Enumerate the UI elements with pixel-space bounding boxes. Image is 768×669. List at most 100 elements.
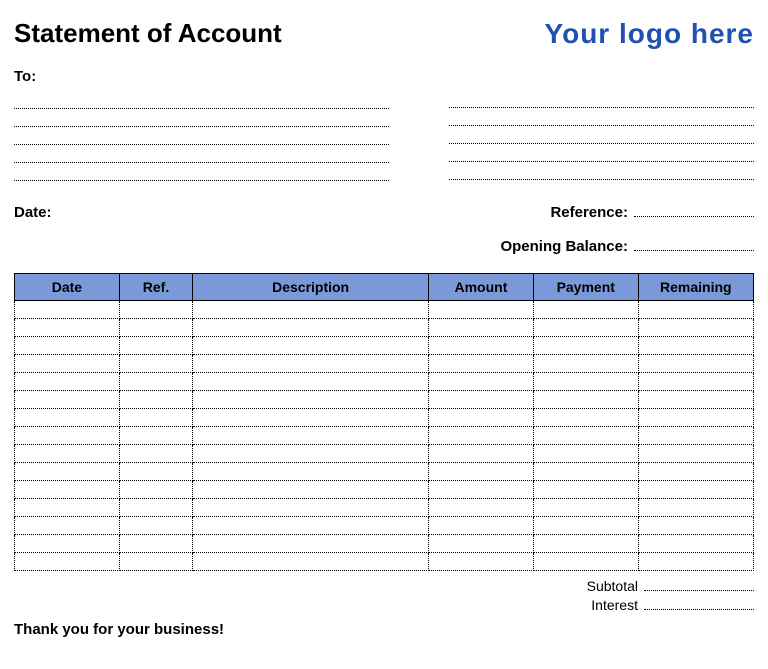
table-cell[interactable] (638, 319, 753, 337)
table-cell[interactable] (193, 373, 429, 391)
table-cell[interactable] (193, 517, 429, 535)
table-cell[interactable] (193, 319, 429, 337)
table-cell[interactable] (429, 391, 534, 409)
table-cell[interactable] (429, 301, 534, 319)
table-cell[interactable] (193, 391, 429, 409)
table-cell[interactable] (429, 409, 534, 427)
table-cell[interactable] (638, 301, 753, 319)
table-cell[interactable] (533, 355, 638, 373)
table-cell[interactable] (638, 391, 753, 409)
table-cell[interactable] (429, 481, 534, 499)
table-cell[interactable] (119, 337, 192, 355)
table-cell[interactable] (533, 409, 638, 427)
table-cell[interactable] (533, 427, 638, 445)
table-cell[interactable] (15, 445, 120, 463)
table-cell[interactable] (638, 337, 753, 355)
table-cell[interactable] (533, 301, 638, 319)
table-cell[interactable] (533, 535, 638, 553)
table-cell[interactable] (638, 499, 753, 517)
table-cell[interactable] (533, 391, 638, 409)
to-line-2-right[interactable] (449, 108, 754, 126)
table-cell[interactable] (15, 427, 120, 445)
table-row[interactable] (15, 355, 754, 373)
table-cell[interactable] (193, 301, 429, 319)
table-cell[interactable] (533, 319, 638, 337)
table-cell[interactable] (15, 553, 120, 571)
opening-balance-value[interactable] (634, 237, 754, 251)
interest-value[interactable] (644, 596, 754, 610)
table-row[interactable] (15, 409, 754, 427)
table-cell[interactable] (638, 553, 753, 571)
table-cell[interactable] (429, 319, 534, 337)
to-line-5-right[interactable] (449, 162, 754, 180)
table-cell[interactable] (638, 481, 753, 499)
table-row[interactable] (15, 499, 754, 517)
table-cell[interactable] (119, 301, 192, 319)
table-cell[interactable] (15, 319, 120, 337)
table-cell[interactable] (638, 427, 753, 445)
to-line-3-left[interactable] (14, 127, 389, 145)
table-row[interactable] (15, 427, 754, 445)
table-cell[interactable] (429, 337, 534, 355)
table-cell[interactable] (119, 499, 192, 517)
table-cell[interactable] (429, 427, 534, 445)
table-cell[interactable] (119, 427, 192, 445)
table-cell[interactable] (15, 517, 120, 535)
table-cell[interactable] (533, 517, 638, 535)
table-cell[interactable] (15, 499, 120, 517)
table-cell[interactable] (429, 373, 534, 391)
table-row[interactable] (15, 445, 754, 463)
table-cell[interactable] (533, 337, 638, 355)
table-cell[interactable] (533, 481, 638, 499)
table-cell[interactable] (193, 445, 429, 463)
table-row[interactable] (15, 319, 754, 337)
table-row[interactable] (15, 535, 754, 553)
table-cell[interactable] (638, 535, 753, 553)
to-line-4-left[interactable] (14, 145, 389, 163)
table-cell[interactable] (638, 445, 753, 463)
table-cell[interactable] (193, 499, 429, 517)
table-cell[interactable] (119, 517, 192, 535)
table-cell[interactable] (638, 409, 753, 427)
to-line-3-right[interactable] (449, 126, 754, 144)
table-cell[interactable] (193, 355, 429, 373)
table-cell[interactable] (193, 463, 429, 481)
table-cell[interactable] (638, 463, 753, 481)
reference-value[interactable] (634, 203, 754, 217)
table-cell[interactable] (193, 535, 429, 553)
table-cell[interactable] (429, 499, 534, 517)
table-cell[interactable] (119, 319, 192, 337)
to-line-1-left[interactable] (14, 91, 389, 109)
table-cell[interactable] (119, 409, 192, 427)
table-cell[interactable] (533, 445, 638, 463)
table-cell[interactable] (15, 301, 120, 319)
table-cell[interactable] (429, 535, 534, 553)
table-cell[interactable] (15, 391, 120, 409)
table-cell[interactable] (119, 391, 192, 409)
table-cell[interactable] (429, 463, 534, 481)
table-row[interactable] (15, 463, 754, 481)
table-row[interactable] (15, 553, 754, 571)
table-cell[interactable] (429, 553, 534, 571)
table-cell[interactable] (533, 499, 638, 517)
to-line-2-left[interactable] (14, 109, 389, 127)
table-row[interactable] (15, 481, 754, 499)
table-cell[interactable] (15, 337, 120, 355)
table-cell[interactable] (638, 517, 753, 535)
table-cell[interactable] (119, 535, 192, 553)
table-cell[interactable] (119, 445, 192, 463)
table-cell[interactable] (15, 373, 120, 391)
table-cell[interactable] (15, 409, 120, 427)
table-cell[interactable] (533, 553, 638, 571)
table-cell[interactable] (193, 427, 429, 445)
table-cell[interactable] (119, 553, 192, 571)
table-cell[interactable] (119, 373, 192, 391)
table-cell[interactable] (15, 481, 120, 499)
table-row[interactable] (15, 301, 754, 319)
table-cell[interactable] (429, 517, 534, 535)
table-row[interactable] (15, 391, 754, 409)
table-cell[interactable] (429, 355, 534, 373)
table-cell[interactable] (533, 463, 638, 481)
table-cell[interactable] (193, 481, 429, 499)
table-cell[interactable] (119, 481, 192, 499)
